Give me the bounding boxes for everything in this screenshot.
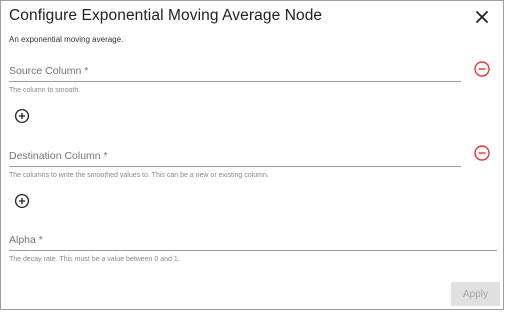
- add-source-column-button[interactable]: [14, 108, 30, 124]
- remove-circle-icon: [474, 145, 490, 161]
- dialog-title: Configure Exponential Moving Average Nod…: [9, 7, 323, 24]
- close-icon: [476, 11, 488, 23]
- alpha-hint: The decay rate. This must be a value bet…: [9, 256, 180, 263]
- dialog-description: An exponential moving average.: [9, 35, 124, 44]
- remove-circle-icon: [474, 61, 490, 77]
- alpha-field[interactable]: Alpha *: [9, 234, 43, 246]
- destination-column-underline: [9, 166, 461, 167]
- apply-button[interactable]: Apply: [451, 282, 500, 306]
- destination-column-field[interactable]: Destination Column *: [9, 150, 108, 162]
- add-destination-column-button[interactable]: [14, 193, 30, 209]
- source-column-hint: The column to smooth.: [9, 87, 81, 94]
- add-circle-icon: [14, 193, 30, 209]
- add-circle-icon: [14, 108, 30, 124]
- source-column-underline: [9, 81, 461, 82]
- alpha-underline: [9, 250, 497, 251]
- remove-destination-column-button[interactable]: [473, 144, 491, 162]
- configure-node-dialog: Configure Exponential Moving Average Nod…: [0, 0, 504, 310]
- remove-source-column-button[interactable]: [473, 60, 491, 78]
- source-column-field[interactable]: Source Column *: [9, 65, 88, 77]
- destination-column-hint: The columns to write the smoothed values…: [9, 172, 269, 179]
- close-button[interactable]: [471, 6, 493, 28]
